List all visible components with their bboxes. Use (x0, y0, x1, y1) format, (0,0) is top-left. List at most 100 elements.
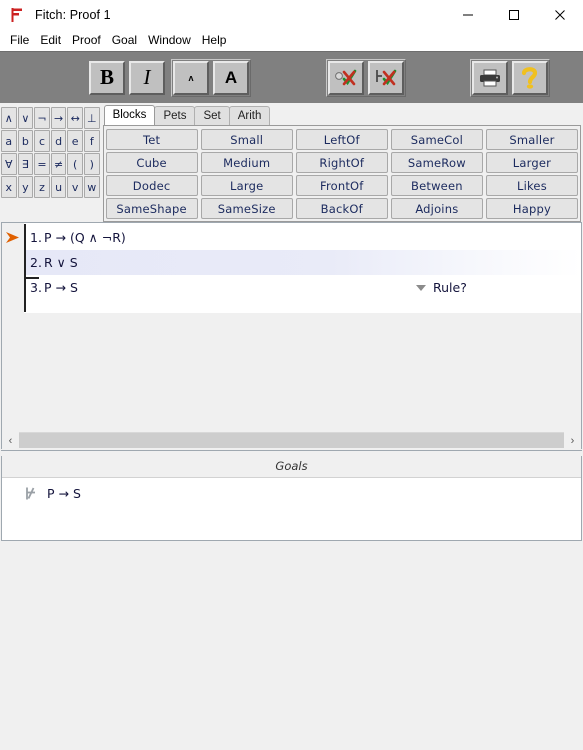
tab-pets[interactable]: Pets (154, 106, 196, 125)
symbol-y[interactable]: y (17, 176, 34, 198)
symbol-x[interactable]: x (1, 176, 17, 198)
not-proved-turnstile-icon (24, 486, 38, 501)
proof-line-1[interactable]: 1. P → (Q ∧ ¬R) (26, 225, 581, 250)
predicate-leftof[interactable]: LeftOf (295, 129, 388, 150)
symbol-bottom[interactable]: ⊥ (83, 107, 100, 129)
predicate-medium[interactable]: Medium (200, 152, 293, 173)
fitch-flag-icon (0, 0, 26, 30)
chevron-down-icon[interactable] (416, 284, 426, 291)
menu-proof[interactable]: Proof (67, 32, 107, 49)
menu-edit[interactable]: Edit (35, 32, 67, 49)
symbol-palette: ∧ ∨ ¬ → ↔ ⊥ a b c d e f ∀ ∃ = ≠ ( ) x y … (0, 105, 102, 198)
predicate-cube[interactable]: Cube (105, 152, 198, 173)
predicate-likes[interactable]: Likes (485, 175, 578, 196)
scroll-thumb[interactable] (19, 433, 564, 448)
predicate-dodec[interactable]: Dodec (105, 175, 198, 196)
rule-selector-3[interactable]: Rule? (416, 275, 581, 300)
predicate-between[interactable]: Between (390, 175, 483, 196)
predicate-smaller[interactable]: Smaller (485, 129, 578, 150)
symbol-left-paren[interactable]: ( (67, 153, 83, 175)
printer-icon[interactable] (472, 60, 508, 95)
proof-line-3[interactable]: 3. P → S Rule? (26, 275, 581, 300)
scroll-track[interactable] (19, 433, 564, 448)
symbol-c[interactable]: c (34, 130, 50, 152)
symbol-not-equals[interactable]: ≠ (50, 153, 67, 175)
window-title: Fitch: Proof 1 (35, 8, 111, 22)
symbol-and[interactable]: ∧ (1, 107, 17, 129)
symbol-right-paren[interactable]: ) (83, 153, 100, 175)
scroll-left-arrow-icon[interactable]: ‹ (2, 432, 19, 449)
proof-line-2[interactable]: 2. R ∨ S (26, 250, 581, 275)
bold-button[interactable]: B (89, 60, 125, 95)
symbol-d[interactable]: d (50, 130, 67, 152)
verify-step-icon[interactable] (328, 60, 364, 95)
line-formula-1[interactable]: P → (Q ∧ ¬R) (42, 230, 126, 245)
symbol-iff[interactable]: ↔ (67, 107, 83, 129)
symbol-e[interactable]: e (67, 130, 83, 152)
proof-area: 1. P → (Q ∧ ¬R) 2. R ∨ S 3. P → S Rule? … (1, 222, 582, 449)
line-number-3: 3. (30, 280, 42, 295)
symbol-not[interactable]: ¬ (34, 107, 50, 129)
symbol-v[interactable]: v (67, 176, 83, 198)
italic-button[interactable]: I (129, 60, 165, 95)
font-smaller-button[interactable]: ʌ (173, 60, 209, 95)
symbol-exists[interactable]: ∃ (17, 153, 34, 175)
predicate-panel: Tet Small LeftOf SameCol Smaller Cube Me… (102, 125, 581, 222)
predicate-tet[interactable]: Tet (105, 129, 198, 150)
predicate-larger[interactable]: Larger (485, 152, 578, 173)
symbol-a[interactable]: a (1, 130, 17, 152)
symbol-forall[interactable]: ∀ (1, 153, 17, 175)
menu-window[interactable]: Window (143, 32, 197, 49)
tab-set[interactable]: Set (194, 106, 230, 125)
proof-horizontal-scrollbar[interactable]: ‹ › (2, 431, 581, 449)
symbol-f[interactable]: f (83, 130, 100, 152)
font-larger-button[interactable]: A (213, 60, 249, 95)
predicate-backof[interactable]: BackOf (295, 198, 388, 219)
symbol-z[interactable]: z (34, 176, 50, 198)
goals-header: Goals (2, 455, 581, 478)
predicate-small[interactable]: Small (200, 129, 293, 150)
predicate-frontof[interactable]: FrontOf (295, 175, 388, 196)
goals-panel: Goals P → S (1, 455, 582, 541)
predicate-samerow[interactable]: SameRow (390, 152, 483, 173)
symbol-b[interactable]: b (17, 130, 34, 152)
predicate-rightof[interactable]: RightOf (295, 152, 388, 173)
menu-file[interactable]: File (5, 32, 35, 49)
toolbar-group-verify (326, 58, 406, 97)
menu-bar: File Edit Proof Goal Window Help (0, 30, 583, 51)
predicate-tab-strip: Blocks Pets Set Arith (102, 105, 582, 125)
predicate-sameshape[interactable]: SameShape (105, 198, 198, 219)
symbol-u[interactable]: u (50, 176, 67, 198)
palette-and-predicates: ∧ ∨ ¬ → ↔ ⊥ a b c d e f ∀ ∃ = ≠ ( ) x y … (0, 103, 583, 222)
maximize-button[interactable] (491, 0, 537, 30)
predicate-large[interactable]: Large (200, 175, 293, 196)
scroll-right-arrow-icon[interactable]: › (564, 432, 581, 449)
fitch-application-window: Fitch: Proof 1 File Edit Proof Goal Wind… (0, 0, 583, 750)
line-formula-2[interactable]: R ∨ S (42, 255, 78, 270)
predicate-happy[interactable]: Happy (485, 198, 578, 219)
close-button[interactable] (537, 0, 583, 30)
tab-arith[interactable]: Arith (228, 106, 271, 125)
goal-formula: P → S (47, 486, 81, 501)
toolbar-group-print-help (470, 58, 550, 97)
help-question-icon[interactable] (512, 60, 548, 95)
symbol-implies[interactable]: → (50, 107, 67, 129)
predicate-samesize[interactable]: SameSize (200, 198, 293, 219)
goal-item[interactable]: P → S (2, 483, 581, 505)
predicate-panel-area: Blocks Pets Set Arith Tet Small LeftOf S… (102, 105, 583, 222)
toolbar-group-style: B I (89, 60, 165, 95)
symbol-w[interactable]: w (83, 176, 100, 198)
bottom-filler (0, 541, 583, 750)
predicate-samecol[interactable]: SameCol (390, 129, 483, 150)
symbol-equals[interactable]: = (34, 153, 50, 175)
menu-help[interactable]: Help (197, 32, 233, 49)
minimize-button[interactable] (445, 0, 491, 30)
predicate-adjoins[interactable]: Adjoins (390, 198, 483, 219)
line-number-2: 2. (30, 255, 42, 270)
line-formula-3[interactable]: P → S (42, 280, 78, 295)
tab-blocks[interactable]: Blocks (103, 105, 156, 125)
symbol-or[interactable]: ∨ (17, 107, 34, 129)
proof-canvas[interactable]: 1. P → (Q ∧ ¬R) 2. R ∨ S 3. P → S Rule? (2, 223, 581, 432)
menu-goal[interactable]: Goal (107, 32, 143, 49)
verify-proof-icon[interactable] (368, 60, 404, 95)
